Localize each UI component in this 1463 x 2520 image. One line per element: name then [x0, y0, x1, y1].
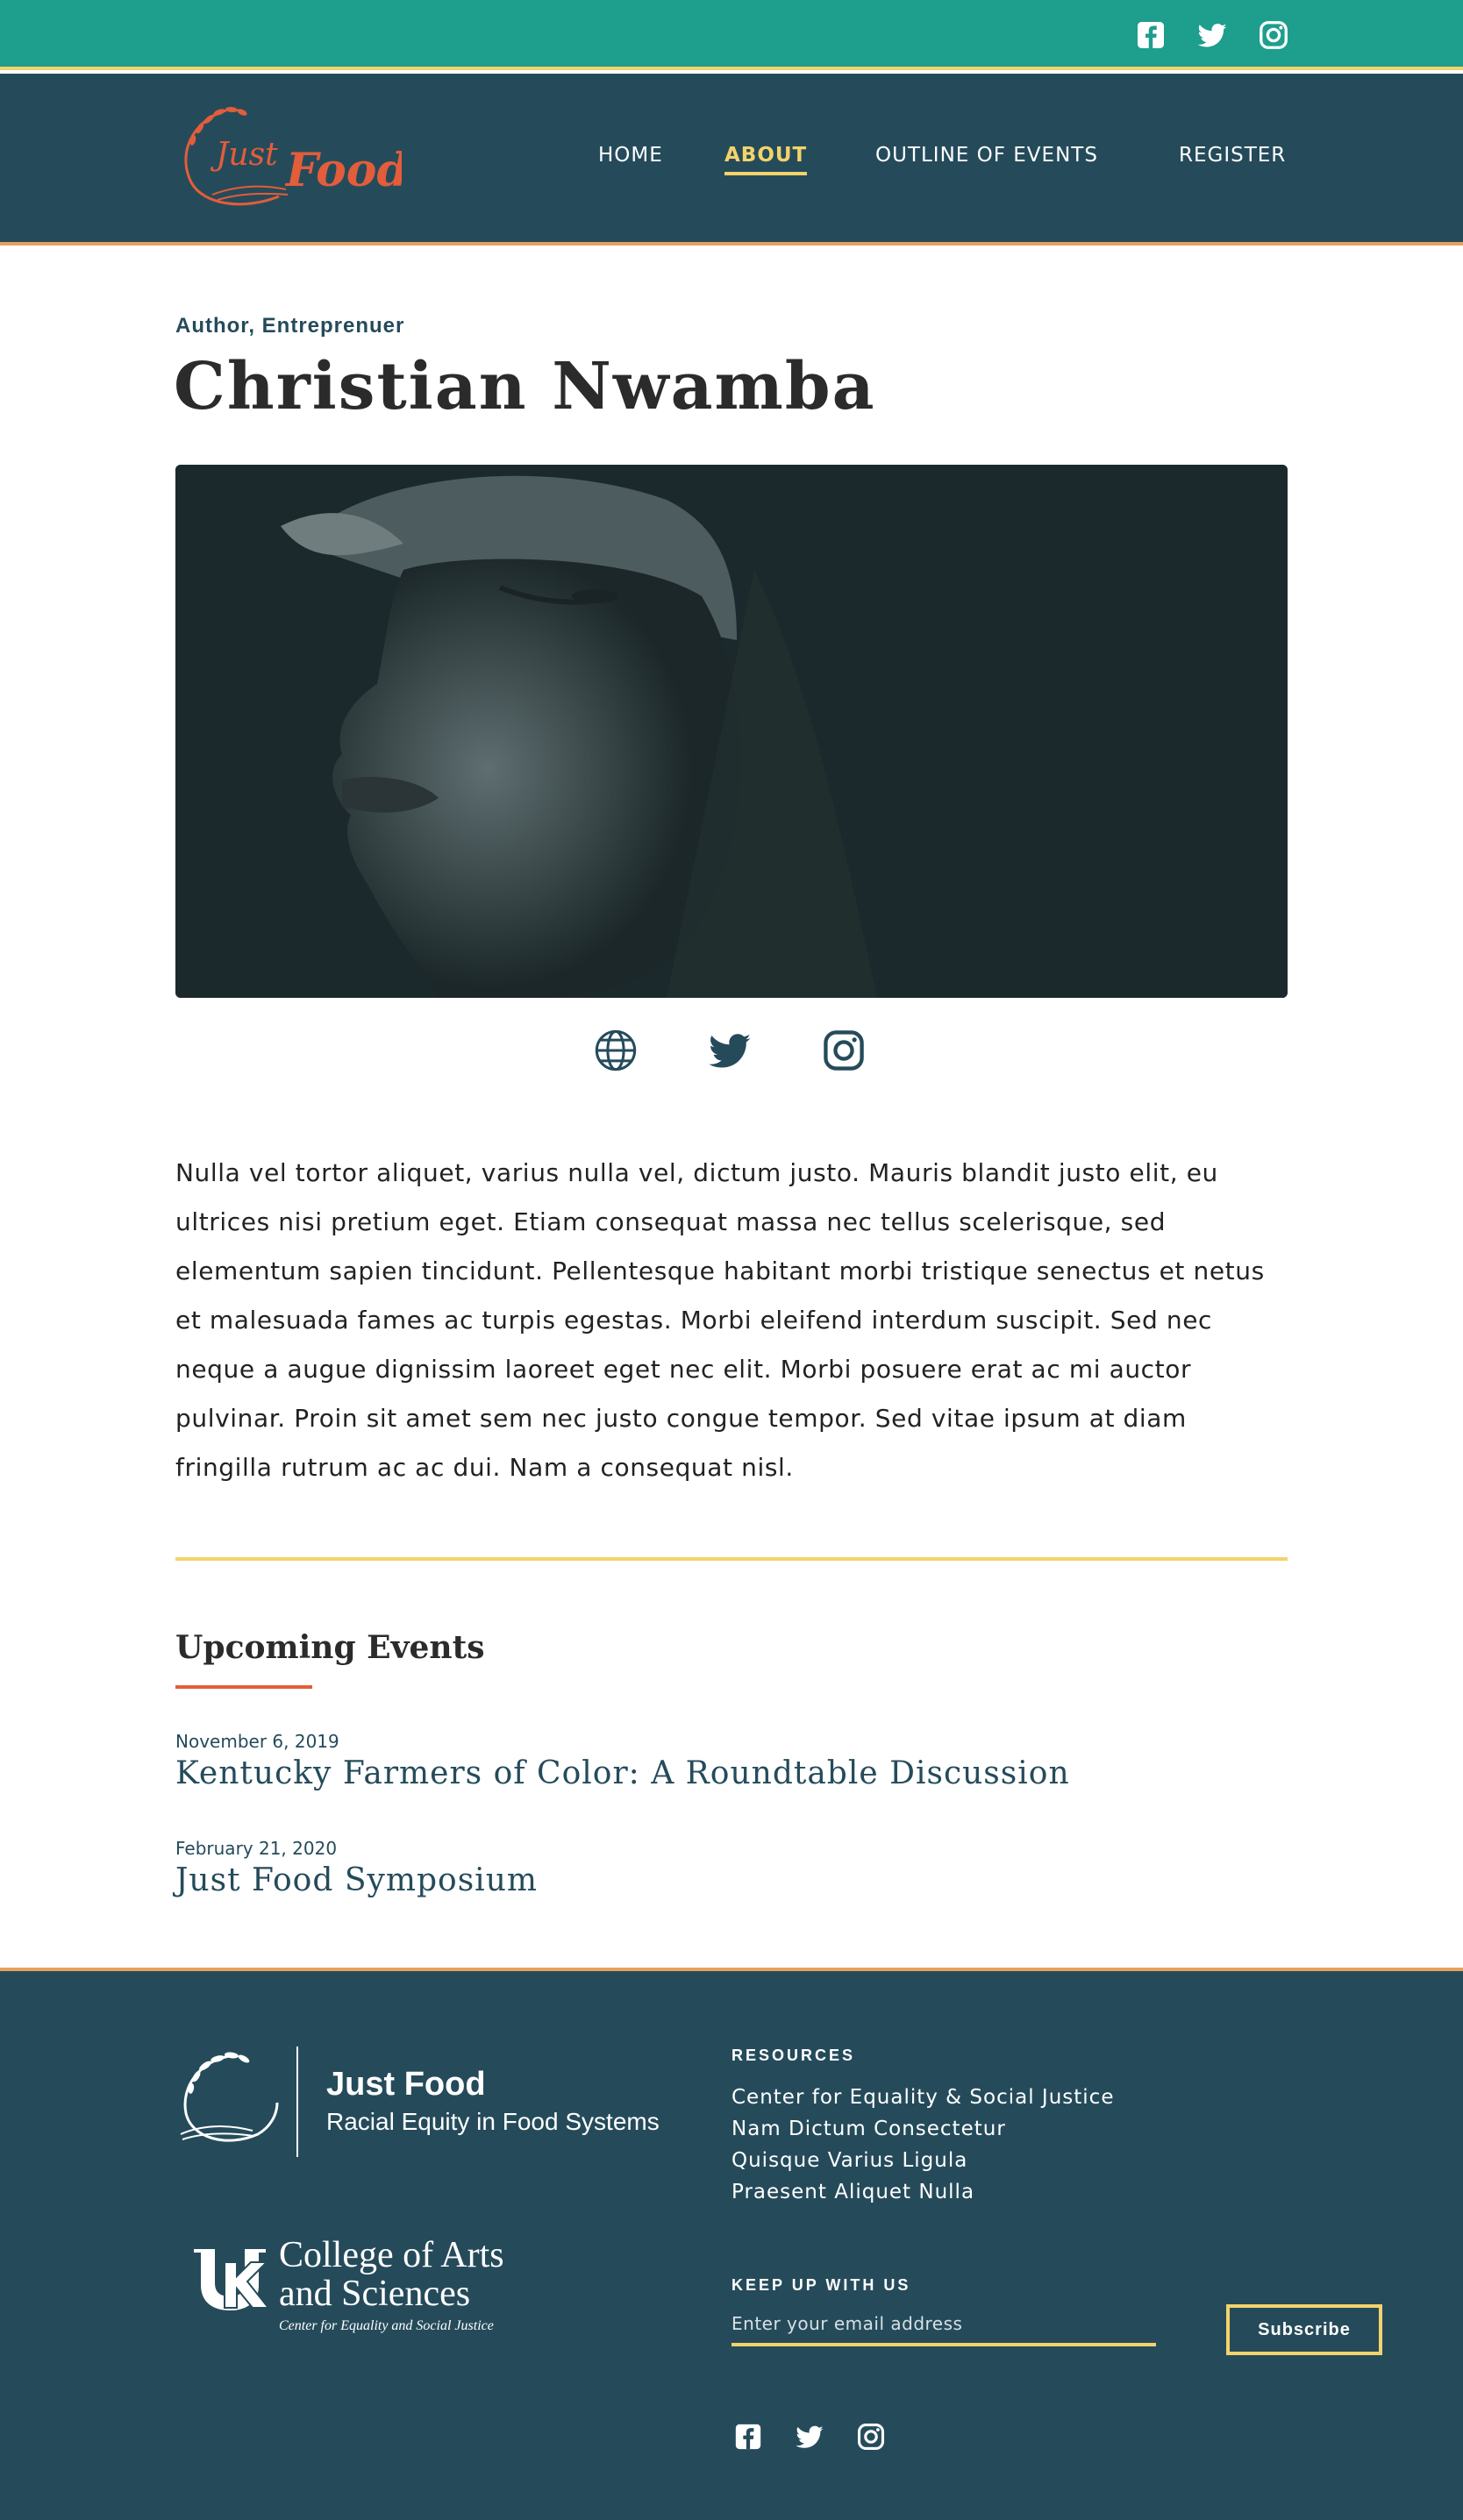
- footer-brand-name: Just Food: [326, 2066, 486, 2103]
- facebook-icon[interactable]: [1135, 19, 1167, 51]
- logo-text-food: Food: [284, 144, 402, 197]
- resource-link[interactable]: Quisque Varius Ligula: [732, 2145, 1114, 2176]
- email-input[interactable]: [732, 2304, 1156, 2346]
- twitter-icon[interactable]: [707, 1028, 753, 1073]
- nav-home[interactable]: HOME: [598, 144, 663, 167]
- subscribe-button[interactable]: Subscribe: [1226, 2304, 1382, 2355]
- resources-heading: RESOURCES: [732, 2047, 856, 2064]
- facebook-icon[interactable]: [733, 2422, 763, 2452]
- newsletter-heading: KEEP UP WITH US: [732, 2276, 911, 2294]
- profile-bio: Nulla vel tortor aliquet, varius nulla v…: [175, 1158, 1265, 1482]
- profile-name: Christian Nwamba: [174, 349, 876, 424]
- resource-link[interactable]: Center for Equality & Social Justice: [732, 2082, 1114, 2113]
- site-header: Just Food HOME ABOUT OUTLINE OF EVENTS R…: [0, 74, 1463, 246]
- twitter-icon[interactable]: [795, 2422, 824, 2452]
- top-social-links: [1135, 19, 1289, 51]
- just-food-footer-logo[interactable]: [174, 2047, 281, 2152]
- college-name: College of Arts and Sciences: [279, 2236, 560, 2313]
- footer-logo-divider: [296, 2047, 298, 2157]
- top-bar: [0, 0, 1463, 70]
- profile-role: Author, Entreprenuer: [175, 314, 405, 338]
- globe-icon[interactable]: [593, 1028, 639, 1073]
- section-divider: [175, 1557, 1288, 1561]
- instagram-icon[interactable]: [856, 2422, 886, 2452]
- event-date: February 21, 2020: [175, 1838, 338, 1859]
- heading-underline: [175, 1685, 312, 1689]
- college-name-line: and Sciences: [279, 2274, 471, 2314]
- nav-about[interactable]: ABOUT: [724, 144, 808, 175]
- nav-register[interactable]: REGISTER: [1179, 144, 1286, 167]
- instagram-icon[interactable]: [821, 1028, 867, 1073]
- event-title-link[interactable]: Just Food Symposium: [175, 1862, 538, 1898]
- twitter-icon[interactable]: [1196, 19, 1228, 51]
- upcoming-events-heading: Upcoming Events: [175, 1629, 485, 1666]
- nav-outline-of-events[interactable]: OUTLINE OF EVENTS: [875, 144, 1098, 167]
- resource-link[interactable]: Nam Dictum Consectetur: [732, 2113, 1114, 2145]
- footer-tagline: Racial Equity in Food Systems: [326, 2108, 660, 2135]
- event-title-link[interactable]: Kentucky Farmers of Color: A Roundtable …: [175, 1755, 1070, 1791]
- event-date: November 6, 2019: [175, 1731, 339, 1752]
- resources-list: Center for Equality & Social Justice Nam…: [732, 2082, 1114, 2208]
- college-subtitle: Center for Equality and Social Justice: [279, 2318, 494, 2333]
- college-name-line: College of Arts: [279, 2235, 504, 2275]
- logo-text-just: Just: [210, 137, 278, 173]
- just-food-logo[interactable]: Just Food: [174, 102, 402, 210]
- profile-links: [593, 1028, 867, 1073]
- profile-photo: [175, 465, 1288, 998]
- instagram-icon[interactable]: [1258, 19, 1289, 51]
- site-footer: Just Food Racial Equity in Food Systems …: [0, 1968, 1463, 2520]
- resource-link[interactable]: Praesent Aliquet Nulla: [732, 2176, 1114, 2208]
- footer-social-links: [733, 2422, 886, 2452]
- uk-logo-icon[interactable]: [189, 2245, 274, 2315]
